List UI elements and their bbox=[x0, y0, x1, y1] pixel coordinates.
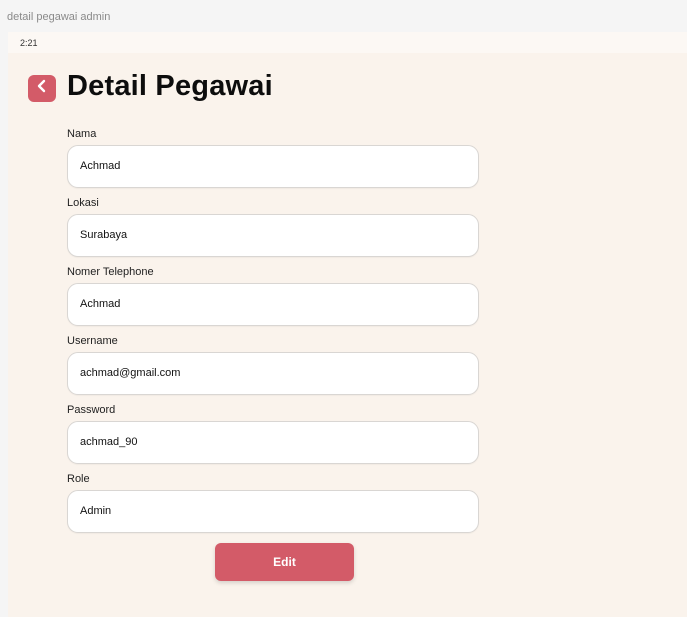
field-label-password: Password bbox=[67, 404, 116, 416]
app-screen: 2:21 Detail Pegawai Nama Achmad Lokasi S… bbox=[8, 32, 687, 617]
edit-button-label: Edit bbox=[273, 555, 296, 569]
password-field[interactable]: achmad_90 bbox=[67, 421, 479, 464]
lokasi-field[interactable]: Surabaya bbox=[67, 214, 479, 257]
status-bar: 2:21 bbox=[8, 32, 687, 53]
back-button[interactable] bbox=[28, 75, 56, 102]
role-field[interactable]: Admin bbox=[67, 490, 479, 533]
telephone-value: Achmad bbox=[80, 298, 121, 310]
field-label-telephone: Nomer Telephone bbox=[67, 266, 154, 278]
telephone-field[interactable]: Achmad bbox=[67, 283, 479, 326]
status-time: 2:21 bbox=[20, 38, 38, 48]
username-field[interactable]: achmad@gmail.com bbox=[67, 352, 479, 395]
username-value: achmad@gmail.com bbox=[80, 367, 181, 379]
password-value: achmad_90 bbox=[80, 436, 138, 448]
field-label-lokasi: Lokasi bbox=[67, 197, 99, 209]
lokasi-value: Surabaya bbox=[80, 229, 128, 241]
field-label-role: Role bbox=[67, 473, 90, 485]
role-value: Admin bbox=[80, 505, 112, 517]
field-label-username: Username bbox=[67, 335, 118, 347]
chevron-left-icon bbox=[35, 79, 49, 98]
edit-button[interactable]: Edit bbox=[215, 543, 354, 581]
nama-field[interactable]: Achmad bbox=[67, 145, 479, 188]
page-title: Detail Pegawai bbox=[67, 70, 273, 102]
nama-value: Achmad bbox=[80, 160, 121, 172]
frame-label: detail pegawai admin bbox=[7, 11, 111, 23]
field-label-nama: Nama bbox=[67, 128, 97, 140]
